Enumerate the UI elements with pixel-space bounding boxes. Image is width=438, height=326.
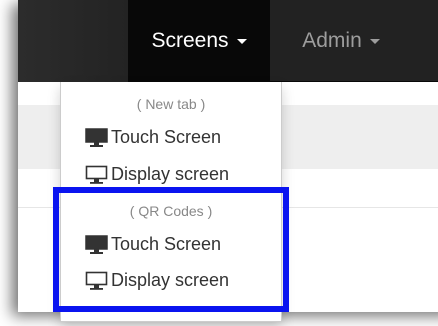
nav-admin-dropdown[interactable]: Admin xyxy=(286,0,396,82)
nav-screens-dropdown[interactable]: Screens xyxy=(128,0,270,82)
monitor-icon xyxy=(85,127,108,147)
screens-dropdown-menu: ( New tab ) Touch Screen Display screen … xyxy=(60,82,282,322)
monitor-outline-icon xyxy=(85,165,108,184)
menu-item-label: Display screen xyxy=(111,163,230,184)
menu-item-qr-display-screen[interactable]: Display screen xyxy=(85,267,229,293)
nav-screens-label: Screens xyxy=(151,29,229,52)
caret-down-icon xyxy=(236,38,247,44)
top-navbar: Screens Admin xyxy=(18,0,438,82)
menu-item-new-tab-display-screen[interactable]: Display screen xyxy=(85,161,229,187)
caret-down-icon xyxy=(369,38,380,44)
dropdown-header-qr-codes: ( QR Codes ) xyxy=(129,203,213,219)
nav-admin-label: Admin xyxy=(302,29,362,52)
monitor-outline-icon xyxy=(85,271,108,290)
screenshot-stage: Screens Admin ( New tab ) Touch Screen D… xyxy=(0,0,438,326)
menu-item-label: Display screen xyxy=(111,269,230,290)
menu-item-qr-touch-screen[interactable]: Touch Screen xyxy=(85,231,221,257)
monitor-icon xyxy=(85,234,108,254)
navbar-brand-area xyxy=(18,0,128,82)
menu-item-label: Touch Screen xyxy=(111,233,222,254)
menu-item-new-tab-touch-screen[interactable]: Touch Screen xyxy=(85,124,221,150)
dropdown-header-new-tab: ( New tab ) xyxy=(136,96,206,112)
menu-item-label: Touch Screen xyxy=(111,126,222,147)
